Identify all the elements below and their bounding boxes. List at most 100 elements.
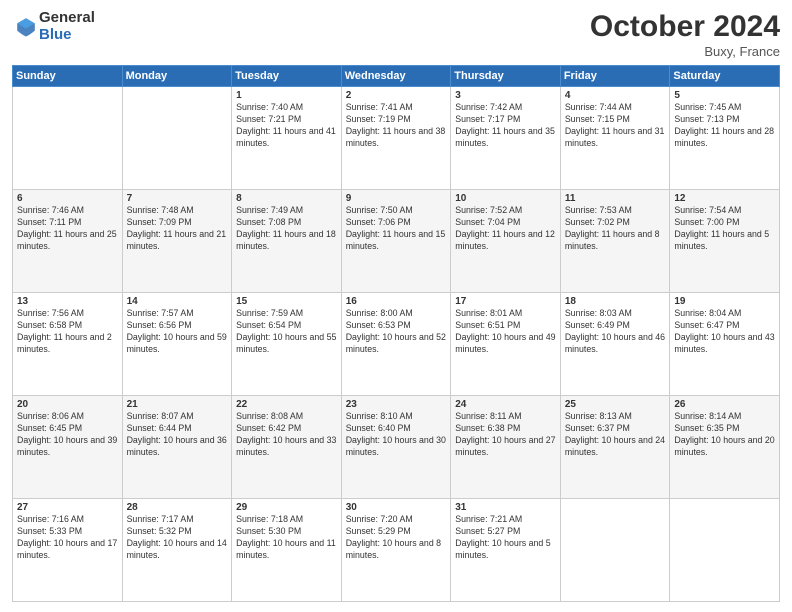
calendar-title: October 2024 bbox=[590, 10, 780, 44]
day-info: Sunrise: 8:10 AMSunset: 6:40 PMDaylight:… bbox=[346, 411, 447, 459]
day-cell-2-5: 18Sunrise: 8:03 AMSunset: 6:49 PMDayligh… bbox=[560, 293, 670, 396]
day-cell-4-4: 31Sunrise: 7:21 AMSunset: 5:27 PMDayligh… bbox=[451, 499, 561, 602]
day-info: Sunrise: 7:53 AMSunset: 7:02 PMDaylight:… bbox=[565, 205, 666, 253]
day-info: Sunrise: 7:50 AMSunset: 7:06 PMDaylight:… bbox=[346, 205, 447, 253]
week-row-1: 1Sunrise: 7:40 AMSunset: 7:21 PMDaylight… bbox=[13, 87, 780, 190]
logo-icon bbox=[15, 16, 37, 38]
day-cell-0-2: 1Sunrise: 7:40 AMSunset: 7:21 PMDaylight… bbox=[232, 87, 342, 190]
day-info: Sunrise: 8:06 AMSunset: 6:45 PMDaylight:… bbox=[17, 411, 118, 459]
day-info: Sunrise: 7:42 AMSunset: 7:17 PMDaylight:… bbox=[455, 102, 556, 150]
day-number: 1 bbox=[236, 90, 337, 101]
day-cell-0-0 bbox=[13, 87, 123, 190]
day-number: 28 bbox=[127, 502, 228, 513]
day-info: Sunrise: 7:59 AMSunset: 6:54 PMDaylight:… bbox=[236, 308, 337, 356]
day-info: Sunrise: 7:49 AMSunset: 7:08 PMDaylight:… bbox=[236, 205, 337, 253]
day-cell-0-3: 2Sunrise: 7:41 AMSunset: 7:19 PMDaylight… bbox=[341, 87, 451, 190]
day-info: Sunrise: 7:17 AMSunset: 5:32 PMDaylight:… bbox=[127, 514, 228, 562]
header-saturday: Saturday bbox=[670, 66, 780, 87]
day-cell-3-1: 21Sunrise: 8:07 AMSunset: 6:44 PMDayligh… bbox=[122, 396, 232, 499]
day-info: Sunrise: 7:21 AMSunset: 5:27 PMDaylight:… bbox=[455, 514, 556, 562]
header: General Blue October 2024 Buxy, France bbox=[12, 10, 780, 59]
day-info: Sunrise: 8:04 AMSunset: 6:47 PMDaylight:… bbox=[674, 308, 775, 356]
day-cell-0-6: 5Sunrise: 7:45 AMSunset: 7:13 PMDaylight… bbox=[670, 87, 780, 190]
day-info: Sunrise: 7:52 AMSunset: 7:04 PMDaylight:… bbox=[455, 205, 556, 253]
header-monday: Monday bbox=[122, 66, 232, 87]
day-info: Sunrise: 8:11 AMSunset: 6:38 PMDaylight:… bbox=[455, 411, 556, 459]
logo-general-text: General bbox=[39, 10, 95, 27]
day-number: 19 bbox=[674, 296, 775, 307]
day-info: Sunrise: 8:07 AMSunset: 6:44 PMDaylight:… bbox=[127, 411, 228, 459]
day-info: Sunrise: 7:18 AMSunset: 5:30 PMDaylight:… bbox=[236, 514, 337, 562]
day-number: 21 bbox=[127, 399, 228, 410]
day-info: Sunrise: 8:08 AMSunset: 6:42 PMDaylight:… bbox=[236, 411, 337, 459]
day-cell-4-2: 29Sunrise: 7:18 AMSunset: 5:30 PMDayligh… bbox=[232, 499, 342, 602]
week-row-4: 20Sunrise: 8:06 AMSunset: 6:45 PMDayligh… bbox=[13, 396, 780, 499]
day-info: Sunrise: 7:44 AMSunset: 7:15 PMDaylight:… bbox=[565, 102, 666, 150]
day-cell-4-6 bbox=[670, 499, 780, 602]
day-info: Sunrise: 8:00 AMSunset: 6:53 PMDaylight:… bbox=[346, 308, 447, 356]
day-info: Sunrise: 7:41 AMSunset: 7:19 PMDaylight:… bbox=[346, 102, 447, 150]
header-thursday: Thursday bbox=[451, 66, 561, 87]
day-number: 2 bbox=[346, 90, 447, 101]
calendar-table: Sunday Monday Tuesday Wednesday Thursday… bbox=[12, 65, 780, 602]
calendar-location: Buxy, France bbox=[590, 44, 780, 59]
day-cell-1-0: 6Sunrise: 7:46 AMSunset: 7:11 PMDaylight… bbox=[13, 190, 123, 293]
day-number: 31 bbox=[455, 502, 556, 513]
day-number: 20 bbox=[17, 399, 118, 410]
day-number: 11 bbox=[565, 193, 666, 204]
day-number: 17 bbox=[455, 296, 556, 307]
day-info: Sunrise: 8:03 AMSunset: 6:49 PMDaylight:… bbox=[565, 308, 666, 356]
day-cell-1-4: 10Sunrise: 7:52 AMSunset: 7:04 PMDayligh… bbox=[451, 190, 561, 293]
day-number: 24 bbox=[455, 399, 556, 410]
day-cell-3-4: 24Sunrise: 8:11 AMSunset: 6:38 PMDayligh… bbox=[451, 396, 561, 499]
header-friday: Friday bbox=[560, 66, 670, 87]
day-cell-3-2: 22Sunrise: 8:08 AMSunset: 6:42 PMDayligh… bbox=[232, 396, 342, 499]
day-number: 5 bbox=[674, 90, 775, 101]
header-sunday: Sunday bbox=[13, 66, 123, 87]
day-number: 3 bbox=[455, 90, 556, 101]
day-info: Sunrise: 7:20 AMSunset: 5:29 PMDaylight:… bbox=[346, 514, 447, 562]
week-row-2: 6Sunrise: 7:46 AMSunset: 7:11 PMDaylight… bbox=[13, 190, 780, 293]
day-number: 16 bbox=[346, 296, 447, 307]
weekday-header-row: Sunday Monday Tuesday Wednesday Thursday… bbox=[13, 66, 780, 87]
day-info: Sunrise: 8:13 AMSunset: 6:37 PMDaylight:… bbox=[565, 411, 666, 459]
day-cell-2-2: 15Sunrise: 7:59 AMSunset: 6:54 PMDayligh… bbox=[232, 293, 342, 396]
day-number: 27 bbox=[17, 502, 118, 513]
day-cell-0-5: 4Sunrise: 7:44 AMSunset: 7:15 PMDaylight… bbox=[560, 87, 670, 190]
day-number: 12 bbox=[674, 193, 775, 204]
day-info: Sunrise: 7:57 AMSunset: 6:56 PMDaylight:… bbox=[127, 308, 228, 356]
day-info: Sunrise: 8:14 AMSunset: 6:35 PMDaylight:… bbox=[674, 411, 775, 459]
day-info: Sunrise: 7:45 AMSunset: 7:13 PMDaylight:… bbox=[674, 102, 775, 150]
logo: General Blue bbox=[12, 10, 95, 43]
day-cell-1-5: 11Sunrise: 7:53 AMSunset: 7:02 PMDayligh… bbox=[560, 190, 670, 293]
day-number: 23 bbox=[346, 399, 447, 410]
day-number: 6 bbox=[17, 193, 118, 204]
day-cell-4-3: 30Sunrise: 7:20 AMSunset: 5:29 PMDayligh… bbox=[341, 499, 451, 602]
day-number: 14 bbox=[127, 296, 228, 307]
day-info: Sunrise: 7:56 AMSunset: 6:58 PMDaylight:… bbox=[17, 308, 118, 356]
day-cell-1-2: 8Sunrise: 7:49 AMSunset: 7:08 PMDaylight… bbox=[232, 190, 342, 293]
day-cell-2-1: 14Sunrise: 7:57 AMSunset: 6:56 PMDayligh… bbox=[122, 293, 232, 396]
day-cell-2-6: 19Sunrise: 8:04 AMSunset: 6:47 PMDayligh… bbox=[670, 293, 780, 396]
day-info: Sunrise: 8:01 AMSunset: 6:51 PMDaylight:… bbox=[455, 308, 556, 356]
day-number: 13 bbox=[17, 296, 118, 307]
day-info: Sunrise: 7:46 AMSunset: 7:11 PMDaylight:… bbox=[17, 205, 118, 253]
day-number: 30 bbox=[346, 502, 447, 513]
title-block: October 2024 Buxy, France bbox=[590, 10, 780, 59]
day-number: 15 bbox=[236, 296, 337, 307]
day-number: 4 bbox=[565, 90, 666, 101]
day-info: Sunrise: 7:48 AMSunset: 7:09 PMDaylight:… bbox=[127, 205, 228, 253]
day-cell-0-1 bbox=[122, 87, 232, 190]
header-tuesday: Tuesday bbox=[232, 66, 342, 87]
day-cell-1-6: 12Sunrise: 7:54 AMSunset: 7:00 PMDayligh… bbox=[670, 190, 780, 293]
day-number: 10 bbox=[455, 193, 556, 204]
week-row-5: 27Sunrise: 7:16 AMSunset: 5:33 PMDayligh… bbox=[13, 499, 780, 602]
day-number: 7 bbox=[127, 193, 228, 204]
day-cell-4-1: 28Sunrise: 7:17 AMSunset: 5:32 PMDayligh… bbox=[122, 499, 232, 602]
day-info: Sunrise: 7:40 AMSunset: 7:21 PMDaylight:… bbox=[236, 102, 337, 150]
day-cell-3-6: 26Sunrise: 8:14 AMSunset: 6:35 PMDayligh… bbox=[670, 396, 780, 499]
week-row-3: 13Sunrise: 7:56 AMSunset: 6:58 PMDayligh… bbox=[13, 293, 780, 396]
day-cell-2-4: 17Sunrise: 8:01 AMSunset: 6:51 PMDayligh… bbox=[451, 293, 561, 396]
day-cell-4-5 bbox=[560, 499, 670, 602]
day-number: 9 bbox=[346, 193, 447, 204]
